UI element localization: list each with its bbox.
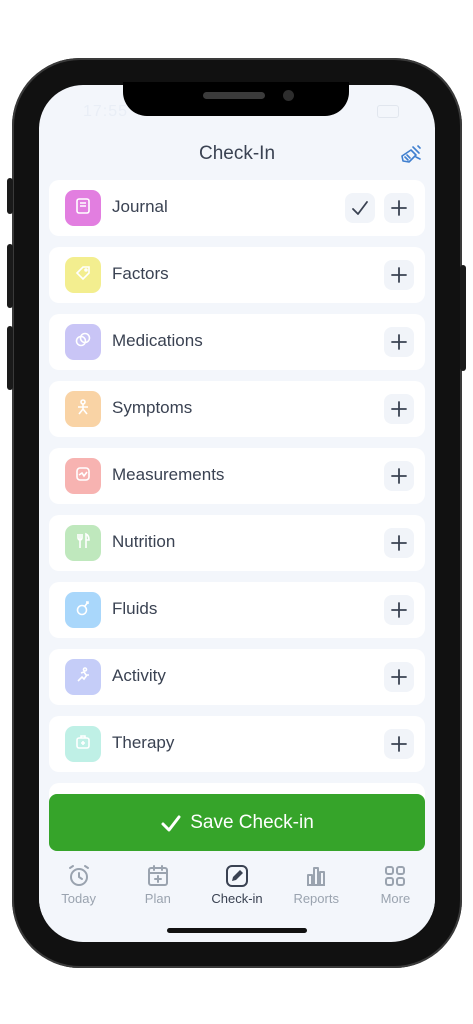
activity-icon <box>74 666 92 689</box>
phone-mute-switch <box>7 178 13 214</box>
status-time: 17:55 <box>83 103 129 120</box>
list-item-label: Therapy <box>112 733 175 752</box>
list-item-label: Nutrition <box>112 532 176 551</box>
phone-volume-up <box>7 244 13 308</box>
list-item-label: Symptoms <box>112 398 193 417</box>
list-item-medications[interactable]: Medications <box>49 314 425 370</box>
fluids-tile <box>65 592 101 628</box>
battery-icon <box>377 105 399 118</box>
tab-reports[interactable]: Reports <box>277 855 356 915</box>
list-item-therapy[interactable]: Therapy <box>49 716 425 772</box>
measurements-tile <box>65 458 101 494</box>
tag-icon <box>74 264 92 287</box>
utensils-icon <box>74 532 92 555</box>
add-button[interactable] <box>384 461 414 491</box>
list-item-label: Journal <box>112 197 168 216</box>
alarm-clock-icon <box>68 865 89 886</box>
list-item-activity[interactable]: Activity <box>49 649 425 705</box>
home-indicator[interactable] <box>167 928 307 933</box>
add-button[interactable] <box>384 394 414 424</box>
screen: 17:55 Check-In Journal Factors Medicatio… <box>39 85 435 942</box>
tab-checkin[interactable]: Check-in <box>197 855 276 915</box>
nutrition-tile <box>65 525 101 561</box>
symptoms-icon <box>74 398 92 421</box>
save-checkin-button[interactable]: Save Check-in <box>49 794 425 851</box>
list-item-symptoms[interactable]: Symptoms <box>49 381 425 437</box>
therapy-tile <box>65 726 101 762</box>
tab-bar: Today Plan Check-in Reports More <box>39 855 435 915</box>
medications-tile <box>65 324 101 360</box>
list-item-label: Fluids <box>112 599 158 618</box>
grid-icon <box>385 866 406 886</box>
calendar-plus-icon <box>147 865 168 886</box>
list-item-label: Activity <box>112 666 166 685</box>
add-button[interactable] <box>384 595 414 625</box>
add-button[interactable] <box>384 327 414 357</box>
speaker <box>203 92 265 99</box>
factors-tile <box>65 257 101 293</box>
list-item-nutrition[interactable]: Nutrition <box>49 515 425 571</box>
measurements-icon <box>74 465 92 488</box>
list-item-label: Factors <box>112 264 169 283</box>
list-item-label: Medications <box>112 331 203 350</box>
journal-icon <box>74 197 92 220</box>
tab-label: More <box>380 891 411 906</box>
list-item-label: Measurements <box>112 465 225 484</box>
camera <box>283 90 294 101</box>
tab-more[interactable]: More <box>356 855 435 915</box>
activity-tile <box>65 659 101 695</box>
add-button[interactable] <box>384 260 414 290</box>
tab-label: Reports <box>293 891 339 906</box>
tab-label: Check-in <box>211 891 263 906</box>
add-button[interactable] <box>384 662 414 692</box>
brush-clear-icon[interactable] <box>399 143 423 167</box>
tab-label: Today <box>61 891 96 906</box>
list-item-measurements[interactable]: Measurements <box>49 448 425 504</box>
tab-today[interactable]: Today <box>39 855 118 915</box>
pencil-icon <box>226 865 248 887</box>
page-title: Check-In <box>198 143 276 164</box>
add-button[interactable] <box>384 528 414 558</box>
check-icon[interactable] <box>345 193 375 223</box>
list-item-factors[interactable]: Factors <box>49 247 425 303</box>
save-button-label: Save Check-in <box>190 811 314 833</box>
bar-chart-icon <box>307 867 326 886</box>
tab-plan[interactable]: Plan <box>118 855 197 915</box>
journal-tile <box>65 190 101 226</box>
list-item-fluids[interactable]: Fluids <box>49 582 425 638</box>
checkmark-icon <box>161 815 181 831</box>
checkin-list: Journal Factors Medications Symptoms Mea… <box>49 180 425 803</box>
list-item-journal[interactable]: Journal <box>49 180 425 236</box>
phone-volume-down <box>7 326 13 390</box>
add-button[interactable] <box>384 193 414 223</box>
phone-power-button <box>460 265 466 371</box>
pill-icon <box>74 331 92 354</box>
tab-label: Plan <box>144 891 171 906</box>
drop-icon <box>74 599 92 622</box>
symptoms-tile <box>65 391 101 427</box>
therapy-icon <box>74 733 92 756</box>
phone-notch <box>123 82 349 116</box>
add-button[interactable] <box>384 729 414 759</box>
